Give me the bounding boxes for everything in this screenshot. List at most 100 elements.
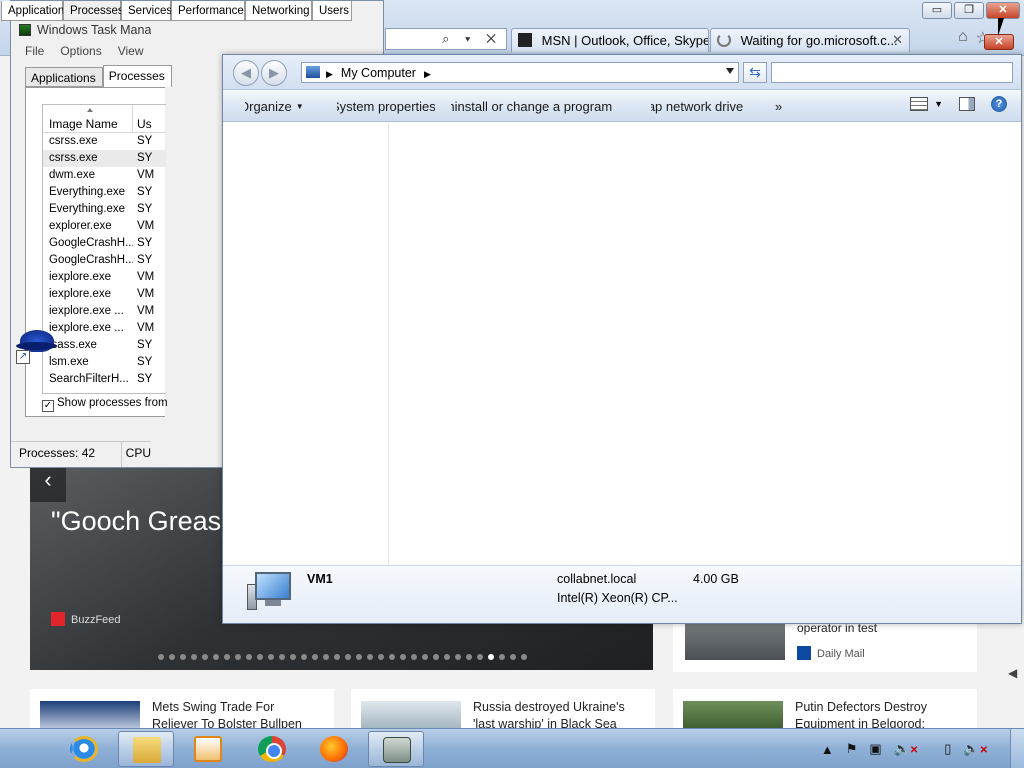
breadcrumb-arrow-icon[interactable]: ▶: [326, 69, 333, 79]
process-row[interactable]: csrss.exe SY: [43, 133, 166, 150]
scroll-down-icon[interactable]: ◀: [1008, 666, 1017, 680]
change-view-icon[interactable]: ▼: [910, 97, 943, 111]
tab-services-top[interactable]: Services: [121, 1, 172, 21]
carousel-dot[interactable]: [202, 654, 208, 660]
carousel-dot[interactable]: [477, 654, 483, 660]
process-row[interactable]: iexplore.exe VM: [43, 269, 166, 286]
breadcrumb-arrow-icon[interactable]: ▶: [424, 69, 431, 79]
tab-close-icon[interactable]: ✕: [892, 32, 903, 48]
show-desktop-button[interactable]: [1010, 729, 1024, 768]
carousel-dots[interactable]: [158, 654, 527, 660]
taskbar-ie-button[interactable]: [56, 731, 112, 767]
path-dropdown-icon[interactable]: [726, 68, 734, 74]
carousel-dot[interactable]: [499, 654, 505, 660]
preview-pane-icon[interactable]: [959, 97, 975, 111]
news-card[interactable]: Russia destroyed Ukraine's 'last warship…: [351, 689, 655, 729]
carousel-dot[interactable]: [323, 654, 329, 660]
content-pane[interactable]: [390, 123, 1021, 565]
checkbox-check-icon[interactable]: ✓: [42, 400, 54, 412]
menu-options[interactable]: Options: [60, 44, 101, 61]
breadcrumb-my-computer[interactable]: My Computer: [341, 66, 416, 80]
forward-arrow-icon[interactable]: ▶: [261, 60, 287, 86]
back-arrow-icon[interactable]: ◀: [233, 60, 259, 86]
carousel-dot[interactable]: [367, 654, 373, 660]
more-commands-button[interactable]: »: [775, 99, 795, 114]
carousel-dot[interactable]: [466, 654, 472, 660]
carousel-dot[interactable]: [246, 654, 252, 660]
carousel-dot[interactable]: [433, 654, 439, 660]
carousel-dot[interactable]: [356, 654, 362, 660]
ie-tab-msn[interactable]: MSN | Outlook, Office, Skype, ...: [511, 28, 709, 52]
secondary-close-button[interactable]: ✕: [984, 34, 1014, 50]
tab-processes-top[interactable]: Processes: [63, 1, 124, 21]
refresh-button[interactable]: ⇆: [743, 62, 767, 83]
carousel-dot[interactable]: [312, 654, 318, 660]
carousel-dot[interactable]: [224, 654, 230, 660]
process-row[interactable]: Everything.exe SY: [43, 184, 166, 201]
carousel-dot[interactable]: [301, 654, 307, 660]
col-image-name[interactable]: Image Name: [43, 105, 133, 132]
news-card[interactable]: Mets Swing Trade For Reliever To Bolster…: [30, 689, 334, 729]
volume-muted-icon[interactable]: 🔈✕: [963, 741, 988, 757]
process-row[interactable]: iexplore.exe VM: [43, 286, 166, 303]
carousel-dot[interactable]: [334, 654, 340, 660]
carousel-dot[interactable]: [169, 654, 175, 660]
explorer-path-field[interactable]: ▶ My Computer ▶: [301, 62, 739, 83]
process-row[interactable]: iexplore.exe ... VM: [43, 320, 166, 337]
carousel-dot[interactable]: [345, 654, 351, 660]
taskbar-media-button[interactable]: [180, 731, 236, 767]
process-row[interactable]: GoogleCrashH... SY: [43, 235, 166, 252]
menu-file[interactable]: File: [25, 44, 44, 61]
minimize-button[interactable]: ▭: [922, 2, 952, 19]
system-properties-button[interactable]: System properties: [337, 99, 435, 114]
search-input[interactable]: [771, 62, 1013, 83]
show-all-processes-checkbox[interactable]: ✓ Show processes from: [42, 397, 168, 412]
process-row[interactable]: iexplore.exe ... VM: [43, 303, 166, 320]
display-icon[interactable]: ▯: [944, 741, 951, 757]
restore-button[interactable]: ❐: [954, 2, 984, 19]
home-icon[interactable]: ⌂: [958, 28, 968, 48]
navigation-pane[interactable]: [223, 123, 389, 565]
carousel-dot[interactable]: [279, 654, 285, 660]
tab-applications-top[interactable]: Applications: [1, 1, 70, 21]
help-icon[interactable]: ?: [991, 96, 1007, 112]
carousel-dot[interactable]: [422, 654, 428, 660]
carousel-dot[interactable]: [411, 654, 417, 660]
hat-shortcut-icon[interactable]: ↗: [16, 326, 56, 366]
map-network-drive-button[interactable]: Map network drive: [651, 99, 755, 114]
organize-button[interactable]: Organize▼: [245, 99, 331, 114]
taskbar-explorer-button[interactable]: [118, 731, 174, 767]
carousel-dot[interactable]: [290, 654, 296, 660]
carousel-dot[interactable]: [400, 654, 406, 660]
carousel-dot[interactable]: [268, 654, 274, 660]
close-button[interactable]: ✕: [986, 2, 1020, 19]
carousel-dot[interactable]: [455, 654, 461, 660]
carousel-dot[interactable]: [389, 654, 395, 660]
menu-view[interactable]: View: [118, 44, 144, 61]
col-user-name[interactable]: Us: [133, 105, 152, 132]
process-row[interactable]: lsm.exe SY: [43, 354, 166, 371]
carousel-dot[interactable]: [213, 654, 219, 660]
carousel-dot[interactable]: [444, 654, 450, 660]
tab-users-top[interactable]: Users: [312, 1, 352, 21]
news-card[interactable]: Putin Defectors Destroy Equipment in Bel…: [673, 689, 977, 729]
carousel-dot[interactable]: [510, 654, 516, 660]
tray-expand-icon[interactable]: ▲: [821, 742, 834, 757]
process-row[interactable]: explorer.exe VM: [43, 218, 166, 235]
ie-address-bar[interactable]: ⌕ ▾ ✕: [385, 28, 507, 50]
tab-processes[interactable]: Processes: [102, 65, 172, 87]
carousel-dot[interactable]: [191, 654, 197, 660]
process-row[interactable]: SearchFilterH... SY: [43, 371, 166, 388]
process-list[interactable]: Image Name Us csrss.exe SY csrss.exe SY dwm.…: [42, 104, 166, 394]
process-row[interactable]: dwm.exe VM: [43, 167, 166, 184]
carousel-dot[interactable]: [488, 654, 494, 660]
network-icon[interactable]: ▣: [869, 741, 881, 757]
tab-networking-top[interactable]: Networking: [245, 1, 312, 21]
process-row[interactable]: lsass.exe SY: [43, 337, 166, 354]
process-row[interactable]: Everything.exe SY: [43, 201, 166, 218]
carousel-dot[interactable]: [180, 654, 186, 660]
ie-tab-loading[interactable]: Waiting for go.microsoft.c... ✕: [710, 28, 910, 52]
ie-address-icons[interactable]: ⌕ ▾ ✕: [442, 31, 502, 47]
tab-applications[interactable]: Applications: [25, 67, 103, 87]
carousel-dot[interactable]: [378, 654, 384, 660]
